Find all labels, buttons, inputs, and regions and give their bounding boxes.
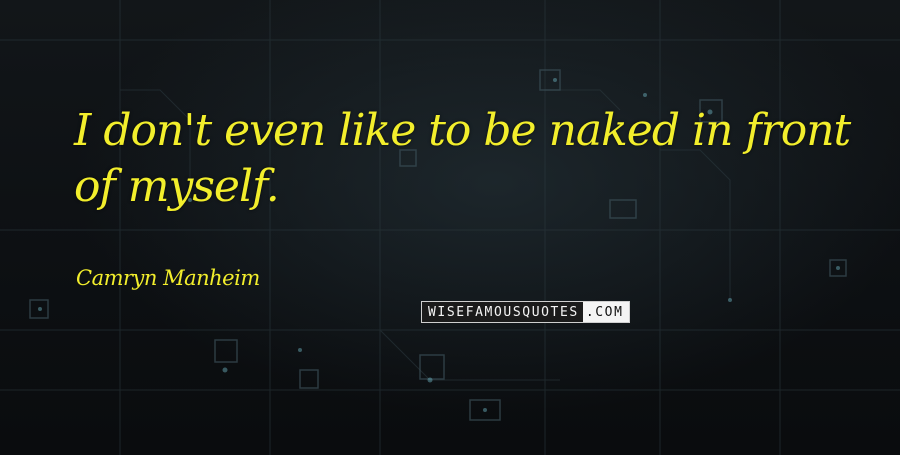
quote-card: I don't even like to be naked in front o…	[0, 0, 900, 455]
watermark-suffix: .COM	[582, 302, 629, 322]
circuit-background	[0, 0, 900, 455]
quote-author: Camryn Manheim	[76, 266, 260, 290]
watermark-brand: WISEFAMOUSQUOTES	[422, 302, 583, 322]
site-watermark: WISEFAMOUSQUOTES .COM	[421, 301, 630, 323]
quote-text: I don't even like to be naked in front o…	[74, 105, 851, 212]
